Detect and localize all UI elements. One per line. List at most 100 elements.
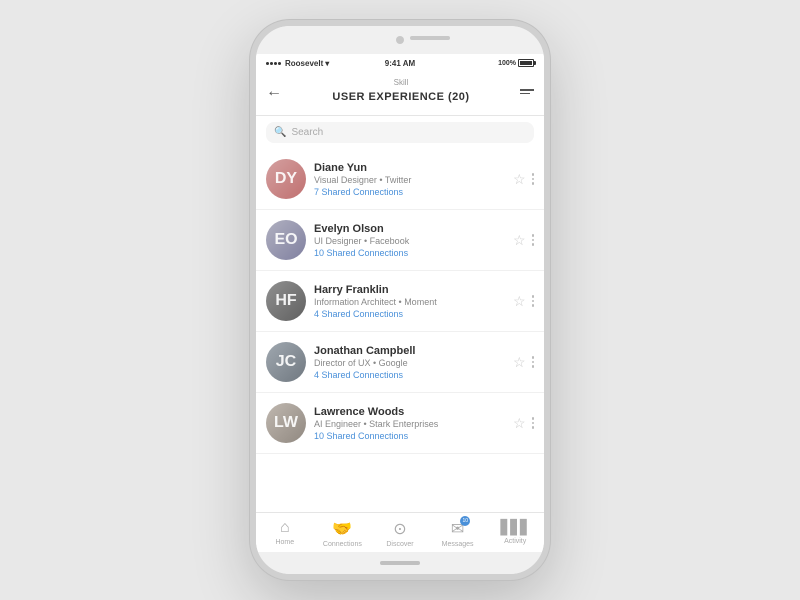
signal-dot-4 [278, 62, 281, 65]
person-info: Jonathan Campbell Director of UX • Googl… [314, 345, 505, 380]
person-connections: 10 Shared Connections [314, 248, 505, 258]
star-button[interactable]: ☆ [513, 232, 526, 249]
nav-item-home[interactable]: ⌂ Home [256, 519, 314, 548]
avatar: JC [266, 342, 306, 382]
more-dot-1 [532, 356, 535, 359]
list-item[interactable]: DY Diane Yun Visual Designer • Twitter 7… [256, 149, 544, 210]
battery-icon [518, 59, 534, 67]
person-name: Lawrence Woods [314, 406, 505, 418]
more-dot-2 [532, 178, 535, 181]
phone-bottom-bar [256, 552, 544, 574]
nav-item-connections[interactable]: 🤝 Connections [314, 519, 372, 548]
person-role: Director of UX • Google [314, 358, 505, 368]
phone-camera [396, 36, 404, 44]
nav-item-discover[interactable]: ⊙ Discover [371, 519, 429, 548]
list-item[interactable]: LW Lawrence Woods AI Engineer • Stark En… [256, 393, 544, 454]
person-role: UI Designer • Facebook [314, 236, 505, 246]
status-bar-right: 100% [498, 59, 534, 67]
more-dot-3 [532, 365, 535, 368]
more-button[interactable] [532, 295, 535, 307]
person-name: Evelyn Olson [314, 223, 505, 235]
back-button[interactable]: ← [266, 83, 282, 101]
phone-speaker [410, 36, 450, 40]
signal-dot-3 [274, 62, 277, 65]
more-button[interactable] [532, 356, 535, 368]
avatar-initials: EO [266, 220, 306, 260]
nav-icon: ⌂ [280, 519, 290, 537]
battery-percent: 100% [498, 60, 516, 67]
more-dot-1 [532, 173, 535, 176]
avatar: HF [266, 281, 306, 321]
person-role: Information Architect • Moment [314, 297, 505, 307]
filter-button[interactable] [520, 89, 534, 94]
avatar: EO [266, 220, 306, 260]
person-actions: ☆ [513, 232, 534, 249]
more-dot-1 [532, 295, 535, 298]
signal-dots [266, 62, 281, 65]
search-placeholder: Search [291, 127, 323, 138]
more-dot-1 [532, 234, 535, 237]
person-actions: ☆ [513, 354, 534, 371]
avatar: DY [266, 159, 306, 199]
search-bar[interactable]: 🔍 Search [266, 122, 534, 143]
avatar: LW [266, 403, 306, 443]
phone-frame: Roosevelt ▾ 9:41 AM 100% ← Skill USER EX… [250, 20, 550, 580]
star-button[interactable]: ☆ [513, 415, 526, 432]
more-dot-3 [532, 182, 535, 185]
list-item[interactable]: HF Harry Franklin Information Architect … [256, 271, 544, 332]
header-top: ← Skill USER EXPERIENCE (20) [266, 78, 534, 105]
person-name: Jonathan Campbell [314, 345, 505, 357]
star-button[interactable]: ☆ [513, 171, 526, 188]
search-icon: 🔍 [274, 127, 286, 138]
skill-label: Skill [282, 78, 520, 87]
more-dot-3 [532, 426, 535, 429]
person-info: Diane Yun Visual Designer • Twitter 7 Sh… [314, 162, 505, 197]
nav-label: Messages [442, 541, 474, 548]
filter-line-1 [520, 89, 534, 91]
list-item[interactable]: JC Jonathan Campbell Director of UX • Go… [256, 332, 544, 393]
status-bar: Roosevelt ▾ 9:41 AM 100% [256, 54, 544, 72]
header-center: Skill USER EXPERIENCE (20) [282, 78, 520, 105]
signal-dot-1 [266, 62, 269, 65]
more-dot-1 [532, 417, 535, 420]
filter-line-2 [520, 93, 530, 95]
app-header: ← Skill USER EXPERIENCE (20) [256, 72, 544, 116]
more-dot-2 [532, 300, 535, 303]
nav-label: Home [275, 539, 294, 546]
star-button[interactable]: ☆ [513, 354, 526, 371]
status-bar-left: Roosevelt ▾ [266, 59, 329, 68]
nav-icon: ▋▋▋ [501, 519, 530, 536]
nav-item-activity[interactable]: ▋▋▋ Activity [486, 519, 544, 548]
list-item[interactable]: EO Evelyn Olson UI Designer • Facebook 1… [256, 210, 544, 271]
person-connections: 4 Shared Connections [314, 370, 505, 380]
more-dot-2 [532, 361, 535, 364]
person-name: Harry Franklin [314, 284, 505, 296]
more-button[interactable] [532, 234, 535, 246]
star-button[interactable]: ☆ [513, 293, 526, 310]
nav-label: Connections [323, 541, 362, 548]
more-button[interactable] [532, 173, 535, 185]
more-dot-3 [532, 304, 535, 307]
person-actions: ☆ [513, 171, 534, 188]
bottom-nav: ⌂ Home 🤝 Connections ⊙ Discover ✉ 10 Mes… [256, 512, 544, 552]
more-dot-2 [532, 422, 535, 425]
person-role: Visual Designer • Twitter [314, 175, 505, 185]
battery-fill [520, 61, 532, 65]
phone-top-bar [256, 26, 544, 54]
nav-icon: 🤝 [332, 519, 352, 539]
more-button[interactable] [532, 417, 535, 429]
person-connections: 10 Shared Connections [314, 431, 505, 441]
nav-label: Discover [386, 541, 413, 548]
person-role: AI Engineer • Stark Enterprises [314, 419, 505, 429]
more-dot-2 [532, 239, 535, 242]
person-actions: ☆ [513, 415, 534, 432]
person-list: DY Diane Yun Visual Designer • Twitter 7… [256, 149, 544, 512]
avatar-initials: LW [266, 403, 306, 443]
nav-label: Activity [504, 538, 526, 545]
phone-screen: Roosevelt ▾ 9:41 AM 100% ← Skill USER EX… [256, 54, 544, 552]
more-dot-3 [532, 243, 535, 246]
avatar-initials: JC [266, 342, 306, 382]
person-info: Harry Franklin Information Architect • M… [314, 284, 505, 319]
nav-item-messages[interactable]: ✉ 10 Messages [429, 519, 487, 548]
avatar-initials: DY [266, 159, 306, 199]
